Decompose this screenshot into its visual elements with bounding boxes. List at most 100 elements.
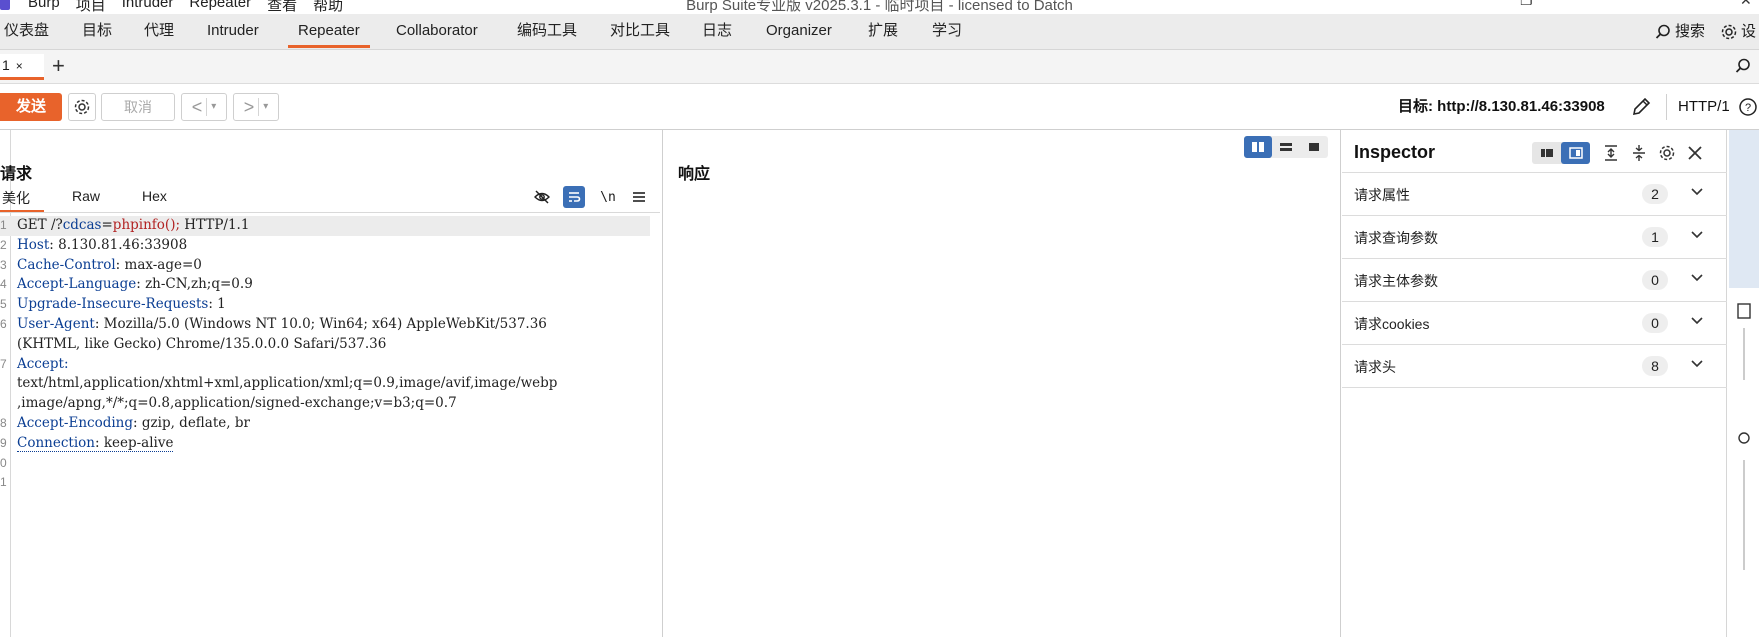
tab-decoder[interactable]: 编码工具 [515, 14, 579, 50]
line-number: 7 [0, 356, 7, 371]
header-line: 9 Connection: keep-alive [0, 434, 650, 454]
edit-target-icon[interactable] [1630, 96, 1652, 118]
inspector-section-headers[interactable]: 请求头 8 [1342, 345, 1727, 388]
request-editor[interactable]: 1 GET /?cdcas=phpinfo(); HTTP/1.1 2 Host: … [0, 216, 650, 493]
global-search-button[interactable]: 搜索 [1655, 14, 1705, 50]
inspector-section-request-attributes[interactable]: 请求属性 2 [1342, 173, 1727, 216]
history-back-button[interactable]: < ▾ [181, 93, 227, 121]
window-title: Burp Suite专业版 v2025.3.1 - 临时项目 - license… [686, 0, 1073, 14]
chevron-down-icon[interactable] [1690, 230, 1704, 240]
http-version-selector[interactable]: HTTP/1 [1678, 84, 1730, 130]
chevron-down-icon[interactable] [1690, 187, 1704, 197]
line-number: 4 [0, 277, 7, 292]
header-sep: : [63, 355, 69, 372]
header-name: Accept-Language [17, 276, 137, 293]
history-forward-button[interactable]: > ▾ [233, 93, 279, 121]
menu-icon[interactable] [628, 186, 650, 208]
inspector-layout-b-icon[interactable] [1561, 142, 1590, 164]
help-icon[interactable]: ? [1738, 97, 1758, 117]
chevron-down-icon[interactable] [1690, 359, 1704, 369]
empty-line: 1 [0, 473, 650, 493]
query-equals: = [101, 217, 113, 233]
tab-proxy[interactable]: 代理 [142, 14, 176, 50]
header-value: text/html,application/xhtml+xml,applicat… [17, 375, 558, 392]
tab-extensions[interactable]: 扩展 [866, 14, 900, 50]
inspector-side-tab[interactable] [1729, 130, 1759, 288]
close-window-icon[interactable]: ✕ [1740, 0, 1752, 9]
response-pane: 响应 [664, 130, 1341, 637]
chevron-right-icon: > [243, 96, 255, 117]
query-param-name: cdcas [62, 217, 102, 233]
header-sep: : [115, 256, 125, 273]
tab-organizer[interactable]: Organizer [764, 14, 834, 50]
header-sep: : [133, 414, 142, 431]
section-count-badge: 8 [1642, 356, 1668, 376]
header-value: keep-alive [103, 434, 174, 451]
cancel-button[interactable]: 取消 [101, 93, 175, 121]
header-value: 8.130.81.46:33908 [58, 236, 188, 253]
inspector-section-query-params[interactable]: 请求查询参数 1 [1342, 216, 1727, 259]
global-settings-button[interactable]: 设 [1720, 14, 1756, 50]
tab-target[interactable]: 目标 [80, 14, 114, 50]
header-value: zh-CN,zh;q=0.9 [145, 276, 253, 293]
collapse-all-icon[interactable] [1628, 142, 1650, 164]
line-number: 5 [0, 297, 7, 312]
gear-icon [74, 99, 90, 115]
repeater-subtab-1[interactable]: 1 × [0, 54, 44, 80]
header-name: Accept [17, 355, 64, 372]
header-value: ,image/apng,*/*;q=0.8,application/signed… [17, 395, 457, 412]
chevron-down-icon[interactable]: ▾ [258, 98, 268, 116]
section-count-badge: 1 [1642, 227, 1668, 247]
request-path: /? [50, 217, 63, 233]
word-wrap-icon[interactable] [563, 186, 585, 208]
header-line: 2 Host: 8.130.81.46:33908 [0, 236, 650, 256]
close-icon[interactable] [1684, 142, 1706, 164]
header-sep: : [208, 296, 218, 313]
search-icon[interactable] [1735, 58, 1751, 74]
expand-all-icon[interactable] [1600, 142, 1622, 164]
header-sep: : [94, 434, 104, 451]
gear-icon[interactable] [1656, 142, 1678, 164]
http-protocol: HTTP/1.1 [184, 217, 250, 233]
send-button[interactable]: 发送 [0, 93, 62, 121]
inspector-section-cookies[interactable]: 请求cookies 0 [1342, 302, 1727, 345]
tab-logger[interactable]: 日志 [700, 14, 734, 50]
chevron-down-icon[interactable] [1690, 316, 1704, 326]
notes-side-tab-icon[interactable] [1736, 300, 1752, 390]
header-sep: : [94, 315, 104, 332]
tab-comparer[interactable]: 对比工具 [608, 14, 672, 50]
inspector-layout-a-icon[interactable] [1532, 142, 1561, 164]
chevron-down-icon[interactable]: ▾ [206, 98, 216, 116]
chevron-down-icon[interactable] [1690, 273, 1704, 283]
header-name: Accept-Encoding [17, 414, 134, 431]
query-param-value: phpinfo [112, 217, 165, 233]
layout-side-by-side-icon[interactable] [1244, 136, 1272, 158]
tab-repeater[interactable]: Repeater [288, 14, 370, 50]
section-count-badge: 0 [1642, 270, 1668, 290]
tab-intruder[interactable]: Intruder [205, 14, 261, 50]
section-label: 请求查询参数 [1354, 230, 1438, 246]
close-tab-icon[interactable]: × [16, 59, 23, 73]
side-tab-icon[interactable] [1736, 430, 1752, 580]
tab-collaborator[interactable]: Collaborator [394, 14, 480, 50]
header-line: 4 Accept-Language: zh-CN,zh;q=0.9 [0, 275, 650, 295]
tab-learn[interactable]: 学习 [930, 14, 964, 50]
header-name: User-Agent [17, 315, 95, 332]
add-tab-button[interactable]: + [52, 54, 65, 78]
search-label: 搜索 [1675, 23, 1706, 40]
line-number: 9 [0, 435, 7, 450]
header-line: 7 Accept: [0, 355, 650, 375]
layout-tabs-icon[interactable] [1300, 136, 1328, 158]
http-method: GET [17, 217, 51, 233]
hide-nonprintable-icon[interactable] [531, 186, 553, 208]
inspector-section-body-params[interactable]: 请求主体参数 0 [1342, 259, 1727, 302]
layout-stacked-icon[interactable] [1272, 136, 1300, 158]
tab-dashboard[interactable]: 仪表盘 [2, 14, 51, 50]
repeater-subtab-bar: 1 × + [0, 50, 1759, 84]
restore-window-icon[interactable]: ❐ [1520, 0, 1533, 9]
send-settings-button[interactable] [68, 93, 96, 121]
request-editor-tools: \n [0, 186, 660, 210]
inspector-panel: Inspector 请求属性 2 请求查询参数 1 请求主体参数 0 请求coo… [1342, 130, 1727, 637]
show-newlines-icon[interactable]: \n [597, 186, 619, 208]
header-sep: : [136, 276, 146, 293]
